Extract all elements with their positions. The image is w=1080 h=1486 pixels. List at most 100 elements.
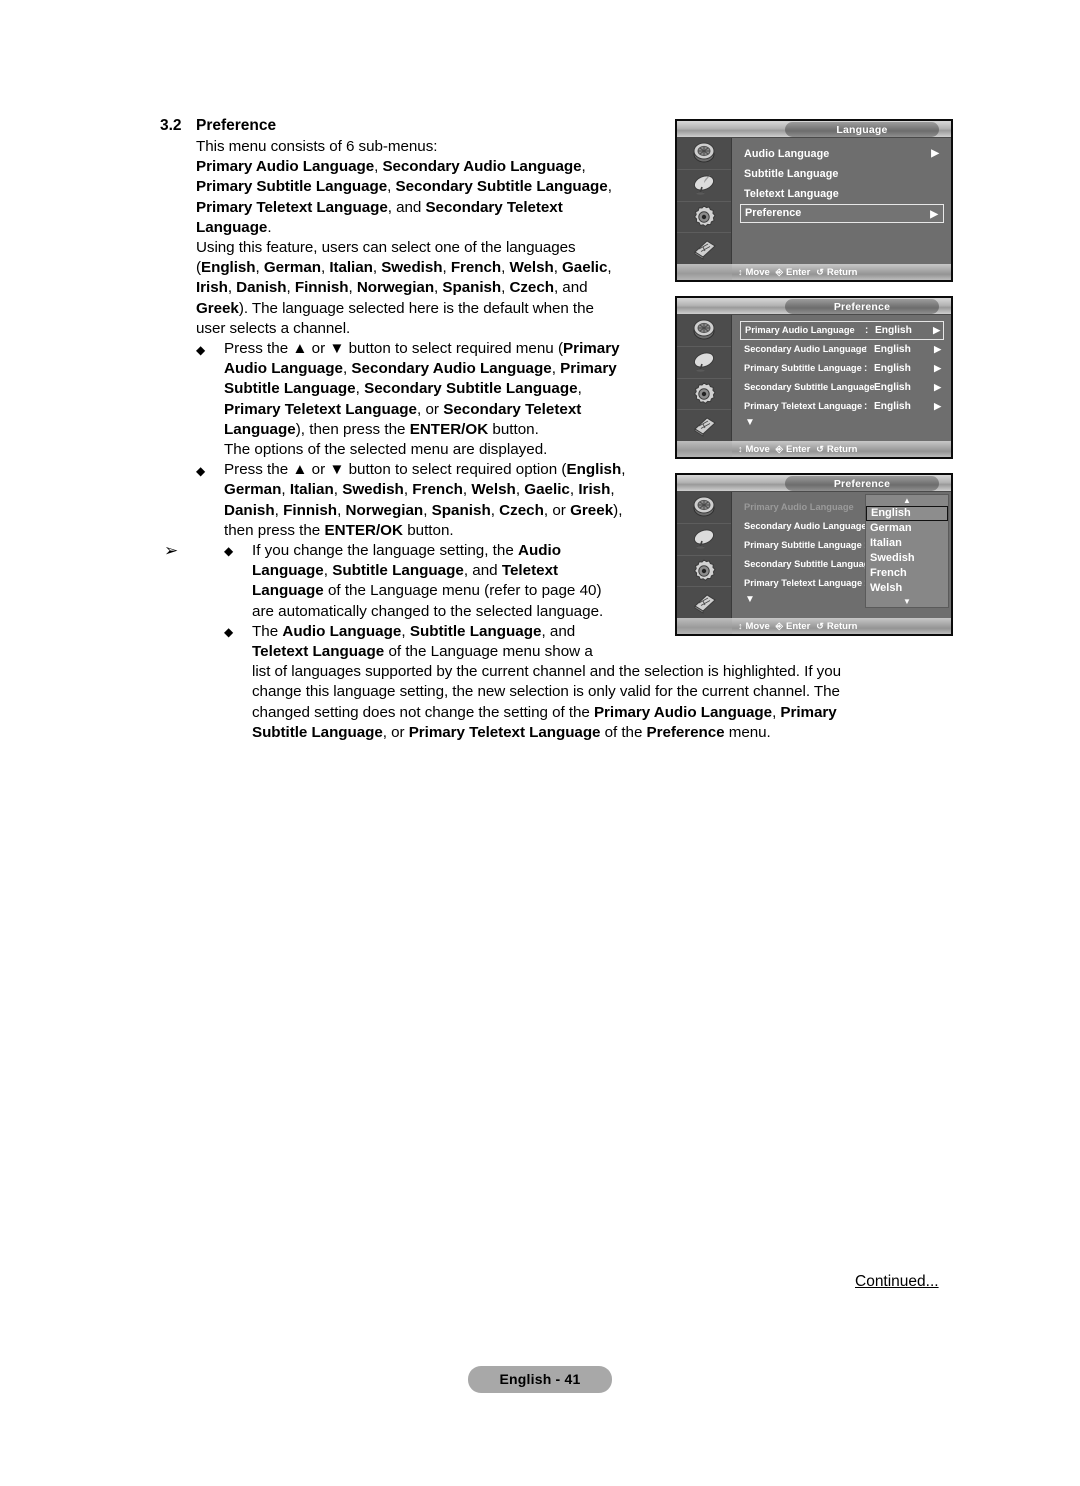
- lang-english: English: [201, 259, 256, 277]
- remote-control-icon: [694, 593, 716, 614]
- sidebar-item-setup[interactable]: [677, 202, 731, 234]
- n2-subtitle-language-2: Subtitle Language: [252, 723, 383, 741]
- menu-item-label: Secondary Subtitle Language: [744, 382, 875, 392]
- submenu-language-word: Language: [196, 218, 268, 236]
- menu-item-subtitle-language[interactable]: Subtitle Language: [740, 164, 944, 184]
- n2-menu: menu.: [724, 723, 771, 741]
- sidebar-item-picture[interactable]: [677, 138, 731, 170]
- b2-english: English: [566, 461, 622, 479]
- sidebar-item-remote[interactable]: [677, 233, 731, 264]
- osd-footer-bar: ↕ Move ⎆ Enter ↺ Return: [677, 264, 951, 280]
- language-option-dropdown[interactable]: ▲ English German Italian Swedish French …: [865, 494, 949, 608]
- dropdown-option-italian[interactable]: Italian: [866, 536, 948, 551]
- b2-button-word: button.: [402, 521, 454, 539]
- b2-french: French: [412, 481, 463, 499]
- b2-swedish: Swedish: [342, 481, 404, 499]
- dropdown-option-english[interactable]: English: [866, 506, 948, 521]
- b1-sub-note: The options of the selected menu are dis…: [224, 441, 548, 459]
- menu-item-colon: :: [864, 382, 868, 393]
- osd-footer-hints: ↕ Move ⎆ Enter ↺ Return: [732, 621, 951, 632]
- return-arrow-icon: ↺: [816, 443, 824, 454]
- footer-hint-move: ↕ Move: [738, 444, 770, 455]
- satellite-dish-icon: [693, 352, 715, 372]
- b1-primary-teletext: Primary Teletext Language: [224, 400, 418, 418]
- b1-or: , or: [417, 400, 444, 418]
- menu-item-primary-subtitle-language[interactable]: Primary Subtitle Language : English ▶: [740, 359, 944, 378]
- b2-czech: Czech: [499, 501, 544, 519]
- b2-gaelic: Gaelic: [524, 481, 570, 499]
- n1-language-2: Language: [252, 582, 324, 600]
- diamond-bullet-icon: ◆: [196, 343, 206, 358]
- menu-item-value: English: [874, 401, 911, 412]
- footer-hint-label: Enter: [786, 266, 811, 278]
- b2-lead: Press the ▲ or ▼ button to select requir…: [224, 461, 567, 479]
- sidebar-item-picture[interactable]: [677, 492, 731, 524]
- feature-tail-2: ). The language selected here is the def…: [238, 299, 594, 317]
- osd-menu-list: Primary Audio Language : Secondary Audio…: [732, 492, 951, 618]
- sidebar-item-remote[interactable]: [677, 410, 731, 441]
- menu-item-label: Primary Teletext Language: [744, 401, 863, 411]
- lang-irish: Irish: [196, 279, 228, 297]
- menu-item-label: Primary Audio Language: [745, 325, 855, 335]
- note-bullet-2: ◆ The Audio Language, Subtitle Language,…: [160, 622, 672, 662]
- return-arrow-icon: ↺: [816, 620, 824, 631]
- n2-line-d: list of languages supported by the curre…: [252, 663, 841, 681]
- picture-icon: [693, 496, 715, 517]
- b1-secondary-subtitle: Secondary Subtitle Language: [364, 380, 578, 398]
- note-arrow-spacer: [160, 622, 224, 662]
- chevron-right-icon: ▶: [934, 363, 941, 373]
- note-bullet-2-continuation: list of languages supported by the curre…: [252, 663, 841, 741]
- menu-item-teletext-language[interactable]: Teletext Language: [740, 184, 944, 204]
- menu-item-secondary-audio-language[interactable]: Secondary Audio Language : English ▶: [740, 340, 944, 359]
- dropdown-scroll-down-icon[interactable]: ▼: [866, 596, 948, 607]
- n2-preference: Preference: [646, 723, 725, 741]
- b2-german: German: [224, 481, 282, 499]
- diamond-bullet-icon: ◆: [224, 544, 234, 559]
- lang-norwegian: Norwegian: [356, 279, 435, 297]
- dropdown-option-french[interactable]: French: [866, 566, 948, 581]
- lang-danish: Danish: [236, 279, 287, 297]
- enter-key-icon: ⎆: [775, 266, 783, 277]
- b2-danish: Danish: [224, 501, 275, 519]
- dropdown-option-german[interactable]: German: [866, 521, 948, 536]
- dropdown-scroll-up-icon[interactable]: ▲: [866, 495, 948, 506]
- osd-footer-left-pad: [677, 441, 732, 457]
- diamond-bullet-icon: ◆: [224, 624, 234, 639]
- menu-item-secondary-subtitle-language[interactable]: Secondary Subtitle Language : English ▶: [740, 378, 944, 397]
- sidebar-item-setup[interactable]: [677, 379, 731, 411]
- footer-hint-enter: ⎆ Enter: [776, 267, 811, 278]
- submenu-primary-teletext: Primary Teletext Language: [196, 198, 388, 216]
- menu-item-colon: :: [864, 363, 868, 374]
- sidebar-item-satellite[interactable]: [677, 524, 731, 556]
- n1-teletext: Teletext: [501, 562, 559, 580]
- sidebar-item-satellite[interactable]: [677, 170, 731, 202]
- osd-menu-list: Audio Language ▶ Subtitle Language Telet…: [732, 138, 951, 264]
- dropdown-option-swedish[interactable]: Swedish: [866, 551, 948, 566]
- lang-italian: Italian: [329, 259, 373, 277]
- sep: ,: [581, 158, 586, 176]
- menu-item-audio-language[interactable]: Audio Language ▶: [740, 144, 944, 164]
- feature-paragraph: Using this feature, users can select one…: [196, 239, 612, 337]
- sidebar-item-remote[interactable]: [677, 587, 731, 618]
- b2-or: , or: [543, 501, 571, 519]
- menu-item-label: Audio Language: [744, 148, 830, 160]
- section-number: 3.2: [160, 117, 182, 134]
- instruction-bullet-1-text: Press the ▲ or ▼ button to select requir…: [224, 340, 620, 459]
- menu-item-label: Primary Audio Language: [744, 502, 854, 512]
- footer-hint-label: Move: [745, 266, 770, 278]
- footer-hint-label: Return: [826, 443, 858, 455]
- scroll-down-indicator-icon[interactable]: ▼: [740, 416, 944, 429]
- menu-item-primary-teletext-language[interactable]: Primary Teletext Language : English ▶: [740, 397, 944, 416]
- osd-screenshot-language-menu: Language Audio Language ▶ Subtitle Langu…: [675, 119, 953, 282]
- b2-irish: Irish: [578, 481, 611, 499]
- menu-item-value: English: [874, 363, 911, 374]
- menu-item-primary-audio-language[interactable]: Primary Audio Language : English ▶: [740, 321, 944, 340]
- b2-spanish: Spanish: [431, 501, 491, 519]
- menu-item-preference[interactable]: Preference ▶: [740, 204, 944, 223]
- dropdown-option-welsh[interactable]: Welsh: [866, 581, 948, 596]
- sidebar-item-satellite[interactable]: [677, 347, 731, 379]
- sidebar-item-setup[interactable]: [677, 556, 731, 588]
- sidebar-item-picture[interactable]: [677, 315, 731, 347]
- enter-key-icon: ⎆: [775, 443, 783, 454]
- menu-item-value: English: [874, 382, 911, 393]
